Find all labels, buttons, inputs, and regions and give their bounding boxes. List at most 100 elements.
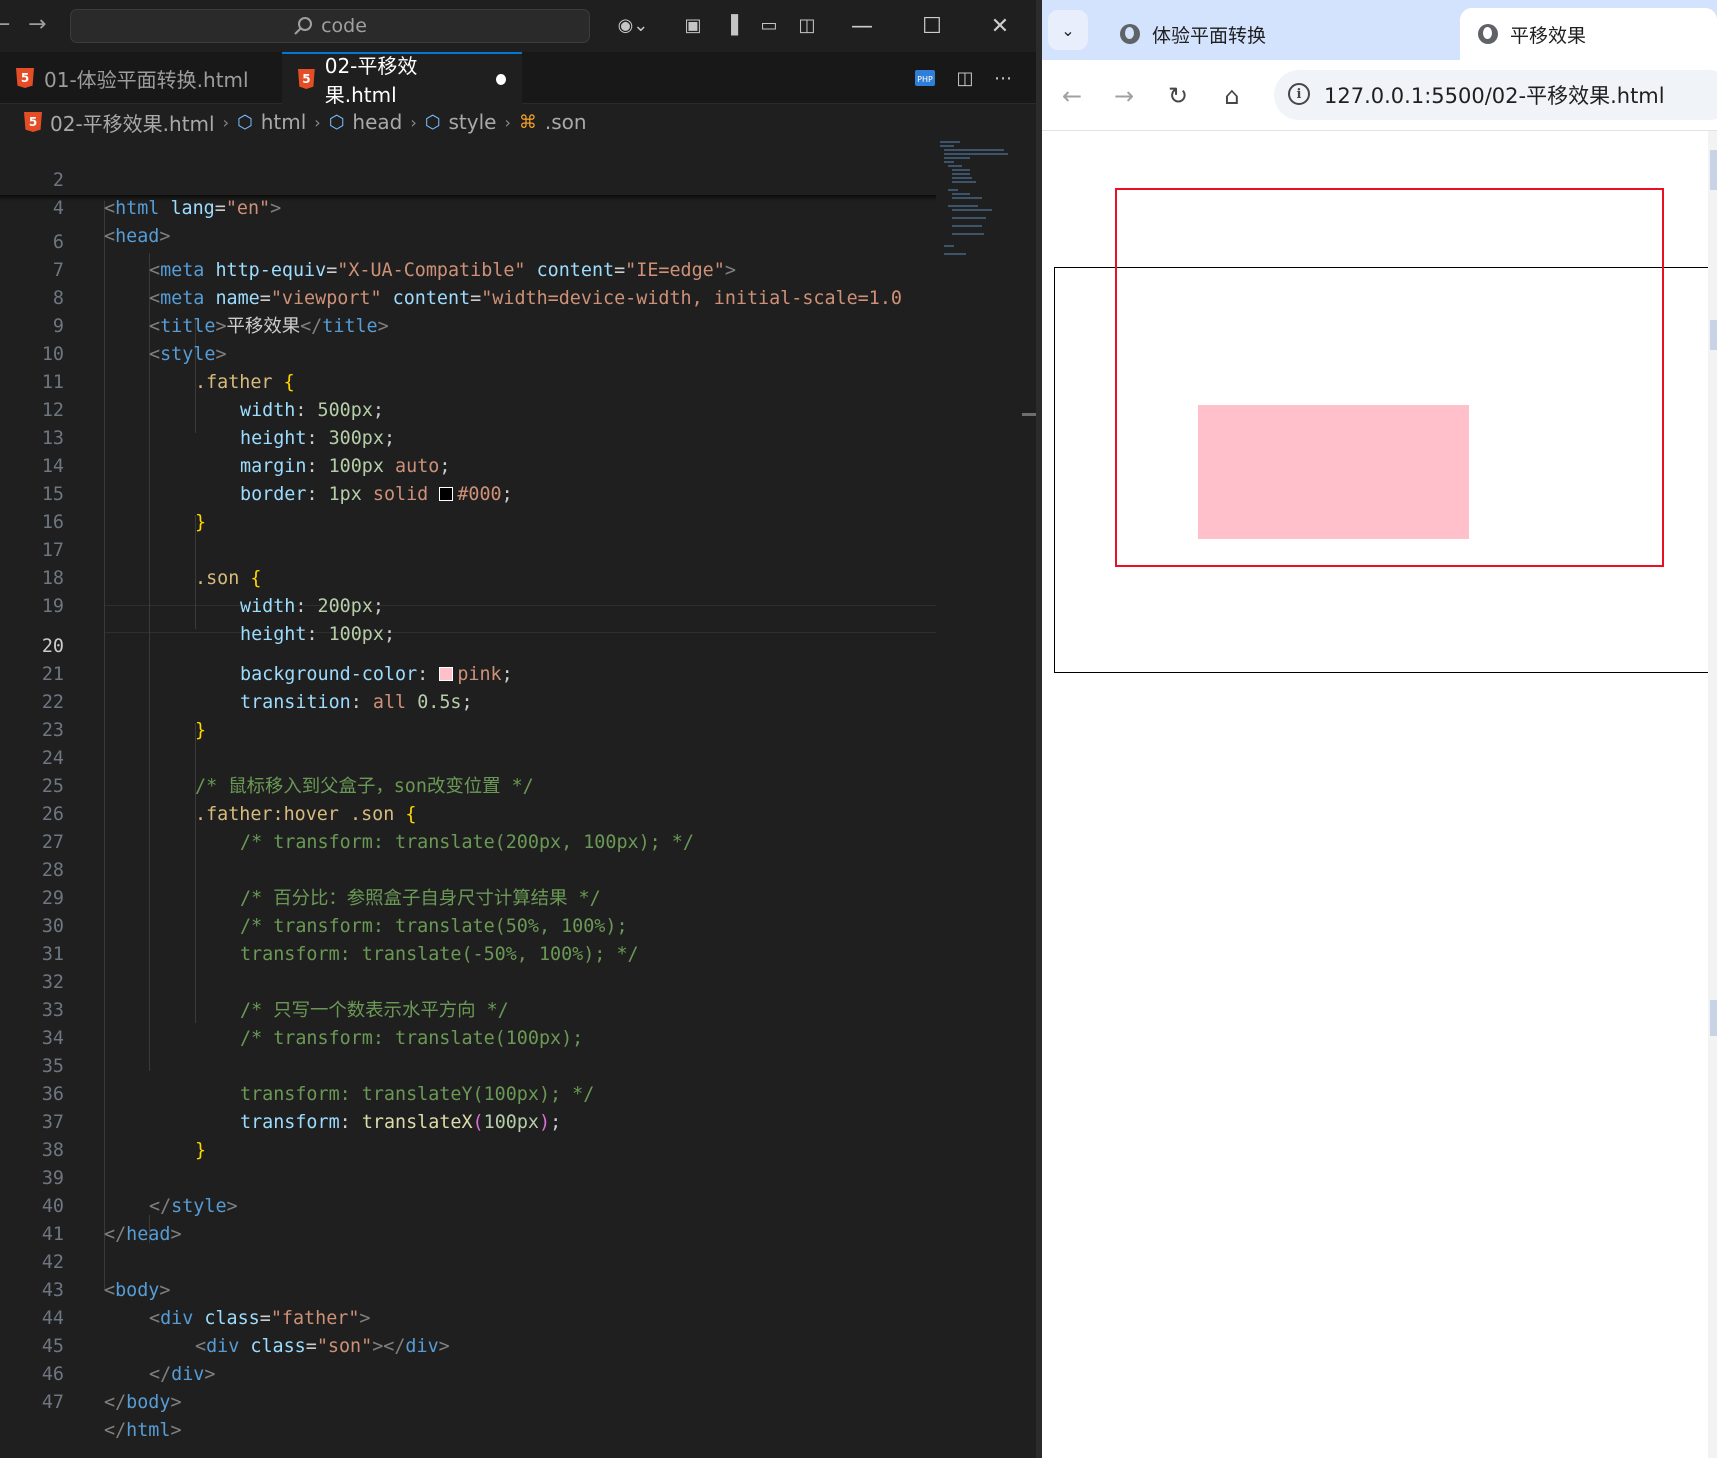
browser-tab-1[interactable]: 体验平面转换 ✕ <box>1102 8 1502 60</box>
forward-arrow-icon[interactable]: → <box>28 12 46 37</box>
back-button[interactable]: ← <box>1054 78 1090 114</box>
code-line: 10 .father { <box>0 313 936 393</box>
tab-search-button[interactable]: ⌄ <box>1048 10 1088 50</box>
html5-icon: 5 <box>298 69 315 89</box>
split-editor-icon[interactable]: ◫ <box>952 66 978 90</box>
code-line: 31 <box>0 913 936 965</box>
back-arrow-icon[interactable]: ← <box>0 12 10 37</box>
toggle-panel-icon[interactable]: ▭ <box>756 12 782 38</box>
code-text: </body> <box>104 1392 182 1413</box>
code-line: 36 transform: translateX(100px); <box>0 1053 936 1133</box>
tab-01-html[interactable]: 5 01-体验平面转换.html <box>0 52 280 104</box>
html5-icon: 5 <box>16 68 34 88</box>
code-line: 18 width: 200px; <box>0 537 936 617</box>
code-line: 16 <box>0 481 936 533</box>
chevron-down-icon: ⌄ <box>1061 20 1075 40</box>
breadcrumb-son[interactable]: .son <box>545 110 587 134</box>
breadcrumb-file[interactable]: 02-平移效果.html <box>50 108 215 137</box>
code-line: 43 <div class="father"> <box>0 1249 936 1329</box>
code-line: 15 } <box>0 453 936 533</box>
code-line: 13 margin: 100px auto; <box>0 397 936 477</box>
chevron-right-icon: › <box>314 112 321 132</box>
element-icon: ⬡ <box>424 111 441 133</box>
close-window-button[interactable]: ✕ <box>980 8 1020 44</box>
code-line: 21 transition: all 0.5s; <box>0 633 936 713</box>
code-line: 6 <meta http-equiv="X-UA-Compatible" con… <box>0 201 936 281</box>
browser-toolbar: ← → ↻ ⌂ i 127.0.0.1:5500/02-平移效果.html <box>1042 60 1717 130</box>
chevron-right-icon: › <box>410 112 417 132</box>
code-line: 19 height: 100px; <box>0 565 936 645</box>
breadcrumb-html[interactable]: html <box>261 110 307 134</box>
side-panel-marker <box>1710 150 1717 190</box>
html5-icon: 5 <box>24 112 42 132</box>
hover-outline <box>1115 188 1664 567</box>
code-line: 46 </body> <box>0 1333 936 1413</box>
code-line: 8 <title>平移效果</title> <box>0 257 936 337</box>
code-line: 9 <style> <box>0 285 936 365</box>
editor-tab-bar: 5 01-体验平面转换.html 5 02-平移效果.html PHP ◫ ⋯ <box>0 52 1036 107</box>
code-line: 40 </head> <box>0 1165 936 1245</box>
vscode-window: ← → code ◉⌄ ▣ ▐ ▭ ◫ — ☐ ✕ 5 01-体验平面转换.ht… <box>0 0 1036 1458</box>
customize-layout-icon[interactable]: ▣ <box>680 12 706 38</box>
minimize-button[interactable]: — <box>842 8 882 44</box>
minimap[interactable] <box>936 139 1016 1458</box>
code-line: 44 <div class="son"></div> <box>0 1277 936 1357</box>
code-line: 37 } <box>0 1081 936 1161</box>
browser-tab-2[interactable]: 平移效果 <box>1460 8 1717 60</box>
selector-icon: ⌘ <box>518 111 537 133</box>
svg-text:PHP: PHP <box>917 75 933 84</box>
command-center[interactable]: code <box>70 9 590 43</box>
title-bar: ← → code ◉⌄ ▣ ▐ ▭ ◫ — ☐ ✕ <box>0 0 1036 52</box>
more-actions-icon[interactable]: ⋯ <box>990 66 1016 90</box>
code-line: 33 /* transform: translate(100px); <box>0 969 936 1049</box>
home-button[interactable]: ⌂ <box>1214 78 1250 114</box>
address-bar[interactable]: i 127.0.0.1:5500/02-平移效果.html <box>1274 70 1717 120</box>
code-line: 26 /* transform: translate(200px, 100px)… <box>0 773 936 853</box>
site-info-icon[interactable]: i <box>1288 83 1310 105</box>
code-line: 11 width: 500px; <box>0 341 936 421</box>
chevron-right-icon: › <box>504 112 511 132</box>
code-line: 25 .father:hover .son { <box>0 745 936 825</box>
code-line: 4 <head> <box>0 167 936 247</box>
forward-button[interactable]: → <box>1106 78 1142 114</box>
code-line: 38 <box>0 1109 936 1161</box>
copilot-icon[interactable]: ◉⌄ <box>608 12 658 38</box>
tab-02-html[interactable]: 5 02-平移效果.html <box>282 52 522 107</box>
php-preview-icon[interactable]: PHP <box>912 66 938 90</box>
code-line: 2 <html lang="en"> <box>0 139 936 219</box>
side-panel-marker <box>1710 1000 1717 1036</box>
code-editor[interactable]: 2 <html lang="en"> 4 <head> 6 <meta http… <box>0 139 936 1458</box>
code-line: 7 <meta name="viewport" content="width=d… <box>0 229 936 309</box>
code-line: 24 /* 鼠标移入到父盒子，son改变位置 */ <box>0 717 936 797</box>
toggle-secondary-sidebar-icon[interactable]: ◫ <box>794 12 820 38</box>
chevron-right-icon: › <box>222 112 229 132</box>
code-line: 41 <box>0 1193 936 1245</box>
code-line: 17 .son { <box>0 509 936 589</box>
code-line: 28 /* 百分比：参照盒子自身尺寸计算结果 */ <box>0 829 936 909</box>
code-line: 30 transform: translate(-50%, 100%); */ <box>0 885 936 965</box>
browser-tab-title: 平移效果 <box>1510 24 1587 47</box>
maximize-button[interactable]: ☐ <box>912 8 952 44</box>
code-text: </html> <box>104 1420 182 1441</box>
globe-icon <box>1478 24 1498 44</box>
line-number: 47 <box>41 1392 64 1413</box>
code-line: 45 </div> <box>0 1305 936 1385</box>
unsaved-dot-icon[interactable] <box>495 73 506 85</box>
code-line-current: 20 background-color: pink; <box>0 605 936 685</box>
command-center-text: code <box>321 15 367 37</box>
code-line: 27 <box>0 801 936 853</box>
code-line: 29 /* transform: translate(50%, 100%); <box>0 857 936 937</box>
globe-icon <box>1120 24 1140 44</box>
code-line: 39 </style> <box>0 1137 936 1217</box>
editor-scrollbar[interactable] <box>1020 139 1036 1458</box>
toggle-sidebar-icon[interactable]: ▐ <box>718 12 744 38</box>
element-icon: ⬡ <box>237 111 253 133</box>
reload-button[interactable]: ↻ <box>1160 78 1196 114</box>
url-text: 127.0.0.1:5500/02-平移效果.html <box>1324 84 1665 108</box>
breadcrumb: 5 02-平移效果.html › ⬡ html › ⬡ head › ⬡ sty… <box>0 105 1036 139</box>
code-line: 42 <body> <box>0 1221 936 1301</box>
browser-window: ⌄ 体验平面转换 ✕ 平移效果 ← → ↻ ⌂ i 127.0.0.1:5500… <box>1042 0 1717 1458</box>
scrollbar-thumb[interactable] <box>1022 413 1036 416</box>
breadcrumb-head[interactable]: head <box>352 110 402 134</box>
breadcrumb-style[interactable]: style <box>448 110 496 134</box>
